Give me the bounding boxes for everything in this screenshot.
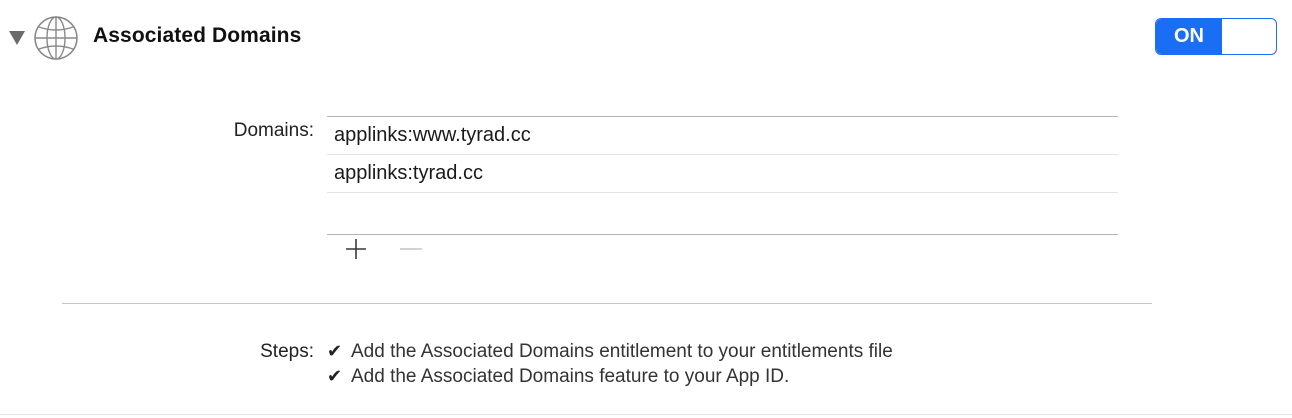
step-item: ✔ Add the Associated Domains entitlement …: [327, 341, 893, 363]
plus-icon[interactable]: [343, 236, 369, 262]
section-divider: [62, 303, 1152, 304]
disclosure-triangle-icon[interactable]: [8, 30, 26, 46]
steps-label: Steps:: [260, 341, 314, 362]
domains-label: Domains:: [233, 120, 314, 141]
toggle-on-label: ON: [1156, 19, 1222, 54]
domains-list: applinks:www.tyrad.cc applinks:tyrad.cc: [327, 116, 1118, 235]
checkmark-icon: ✔: [327, 341, 343, 361]
step-text: Add the Associated Domains entitlement t…: [351, 341, 893, 362]
panel-bottom-border: [0, 414, 1292, 415]
step-text: Add the Associated Domains feature to yo…: [351, 366, 790, 387]
globe-icon: [34, 16, 78, 60]
minus-icon[interactable]: [398, 236, 424, 262]
domain-entry[interactable]: applinks:tyrad.cc: [327, 155, 1118, 193]
checkmark-icon: ✔: [327, 366, 343, 386]
capability-panel: Associated Domains ON Domains: applinks:…: [0, 0, 1292, 418]
capability-toggle[interactable]: ON: [1155, 18, 1277, 55]
capability-title: Associated Domains: [93, 24, 302, 47]
domain-entry[interactable]: applinks:www.tyrad.cc: [327, 117, 1118, 155]
step-item: ✔ Add the Associated Domains feature to y…: [327, 366, 789, 388]
